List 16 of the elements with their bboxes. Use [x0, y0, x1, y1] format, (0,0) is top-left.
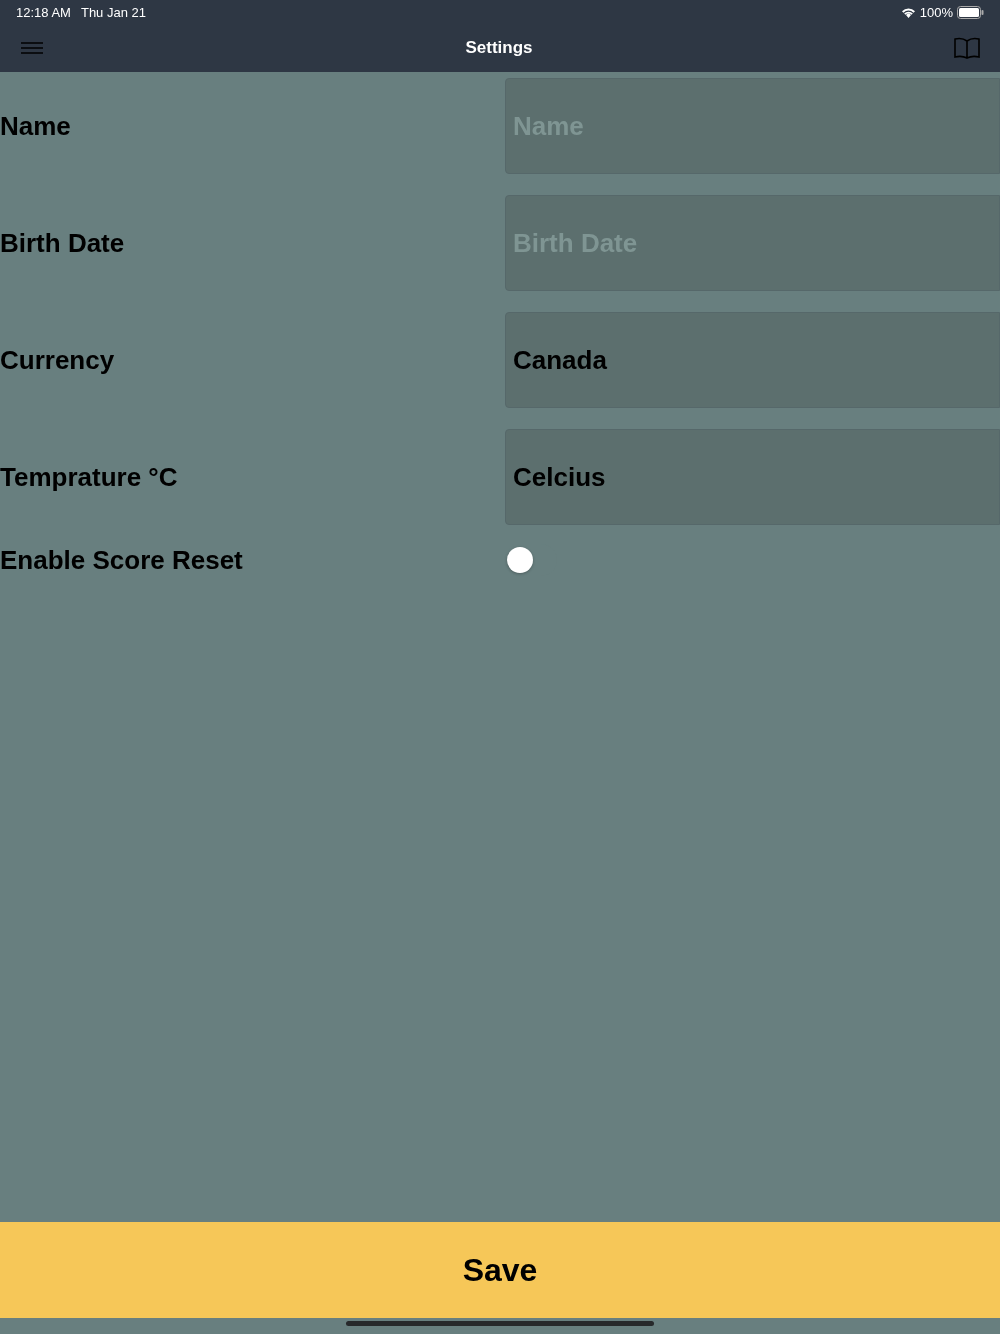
battery-percent: 100%: [919, 4, 953, 20]
wifi-icon: [900, 6, 916, 18]
input-field[interactable]: Celcius: [505, 429, 1000, 525]
nav-title: Settings: [465, 38, 533, 58]
status-date: Thu Jan 21: [80, 4, 146, 20]
save-button[interactable]: Save: [0, 1222, 1000, 1318]
field-label: Temprature °C: [0, 461, 179, 493]
toggle-label: Enable Score Reset: [0, 544, 244, 576]
battery-icon: [957, 5, 984, 19]
book-icon[interactable]: [954, 37, 980, 59]
field-label: Currency: [0, 344, 116, 376]
field-label: Name: [0, 110, 72, 142]
field-label: Birth Date: [0, 227, 126, 259]
input-field[interactable]: Canada: [505, 312, 1000, 408]
status-time: 12:18 AM: [16, 4, 71, 20]
menu-icon[interactable]: [20, 42, 44, 54]
